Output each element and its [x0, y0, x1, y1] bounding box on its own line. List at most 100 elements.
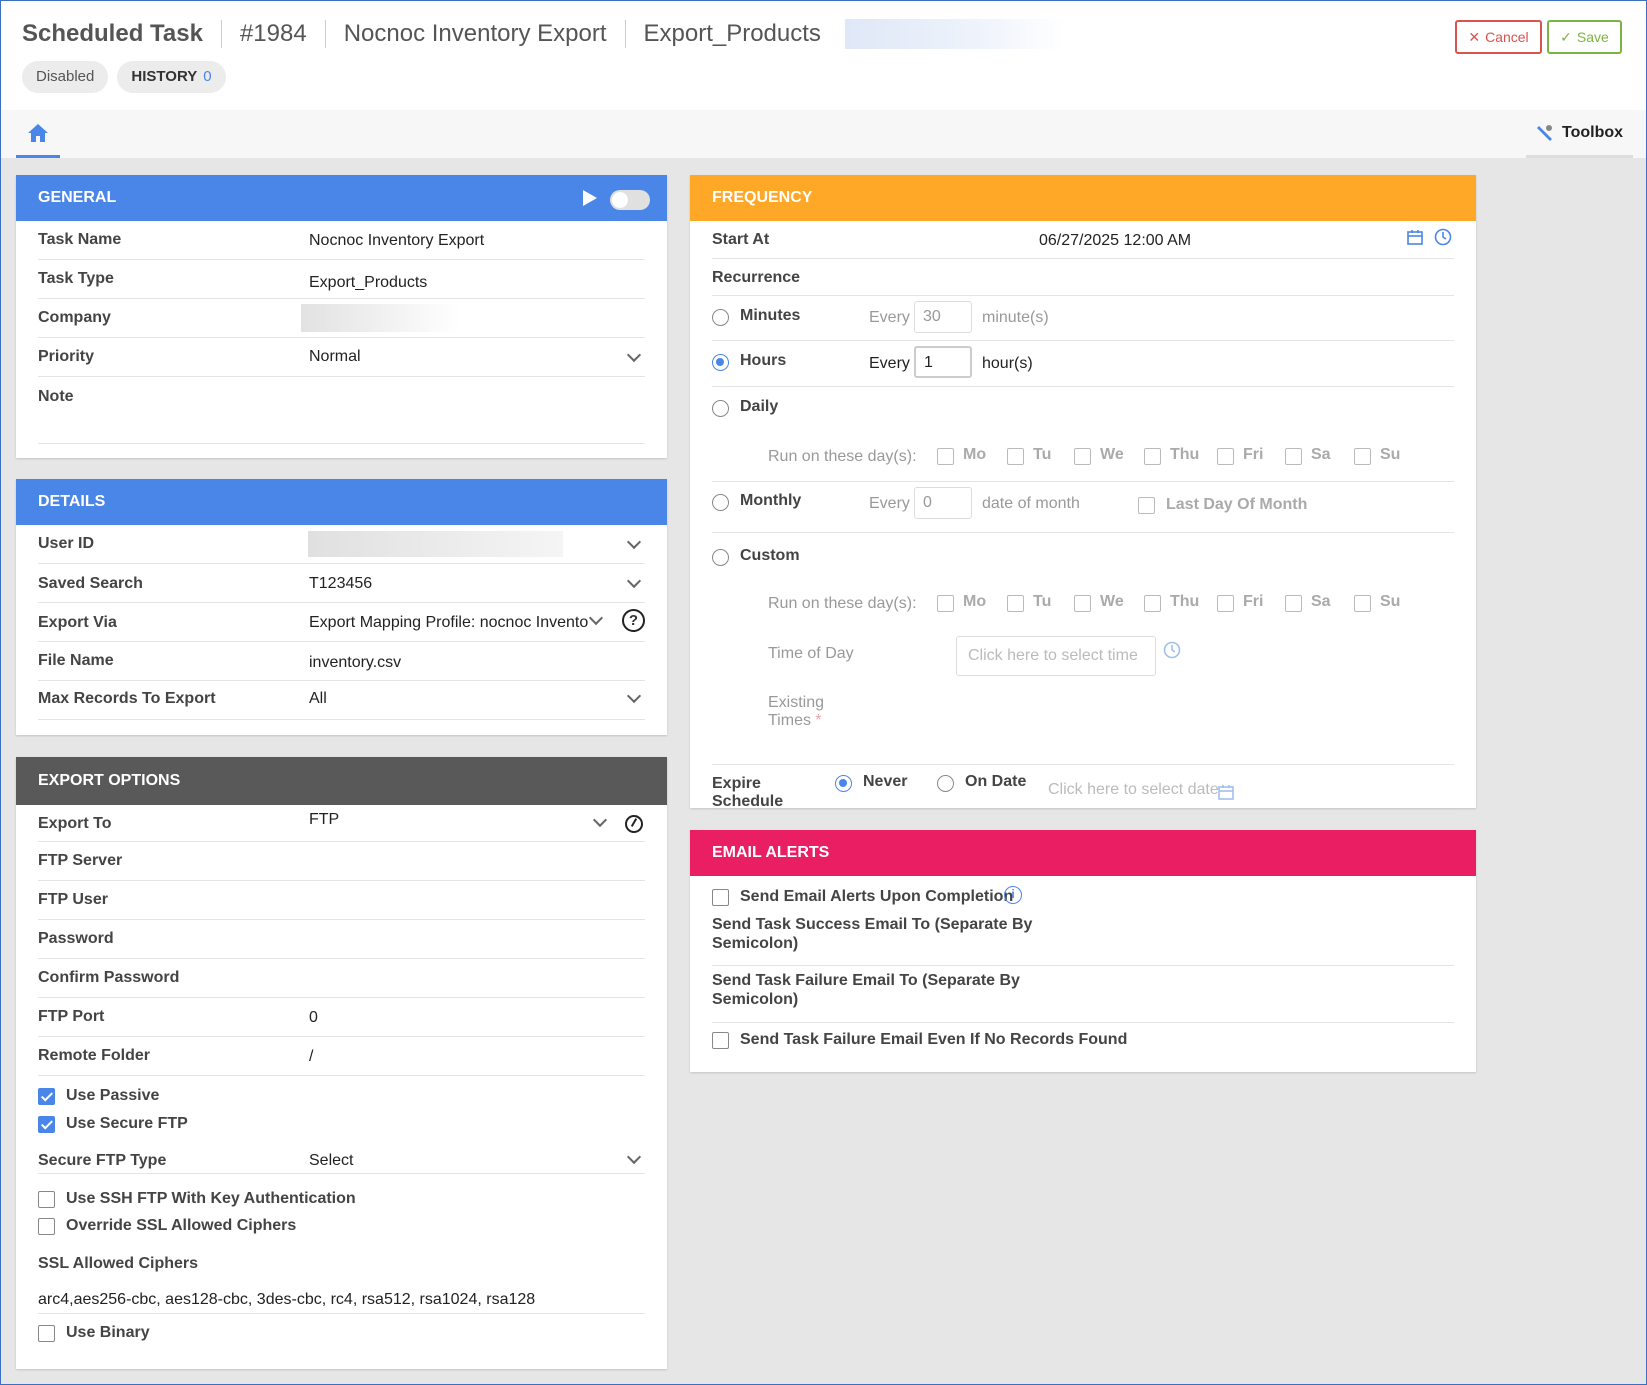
monthly-input[interactable]: 0 [914, 487, 972, 519]
override-ssl-checkbox[interactable] [38, 1218, 55, 1235]
enable-toggle[interactable] [610, 190, 650, 210]
chevron-down-icon[interactable] [626, 573, 642, 589]
saved-search-value[interactable]: T123456 [309, 575, 372, 593]
use-passive-checkbox[interactable] [38, 1088, 55, 1105]
priority-row: Priority Normal [38, 338, 645, 377]
day-checkbox-fri[interactable] [1217, 595, 1234, 612]
chevron-down-icon[interactable] [626, 1149, 642, 1165]
failure-label-line1: Send Task Failure Email To (Separate By [712, 972, 1020, 989]
hours-input[interactable]: 1 [914, 346, 972, 378]
tab-home[interactable] [16, 110, 60, 158]
clock-icon[interactable] [1434, 228, 1452, 246]
use-ssh-checkbox[interactable] [38, 1191, 55, 1208]
time-of-day-label: Time of Day [768, 645, 854, 662]
monthly-radio[interactable] [712, 494, 729, 511]
password-input[interactable] [308, 924, 608, 954]
day-checkbox-tu[interactable] [1007, 448, 1024, 465]
ftp-server-input[interactable] [308, 846, 608, 876]
chevron-down-icon[interactable] [626, 688, 642, 704]
company-redacted[interactable] [301, 304, 461, 332]
task-name-value[interactable]: Nocnoc Inventory Export [309, 232, 484, 250]
day-label: Su [1380, 593, 1401, 610]
day-checkbox-sa[interactable] [1285, 448, 1302, 465]
failure-email-input[interactable] [1042, 972, 1452, 1014]
ftp-port-value[interactable]: 0 [309, 1009, 318, 1027]
last-day-checkbox[interactable] [1138, 497, 1155, 514]
save-button[interactable]: ✓ Save [1547, 20, 1622, 54]
calendar-icon[interactable] [1407, 229, 1423, 245]
expire-row: Expire Schedule Never On Date Click here … [712, 765, 1454, 817]
priority-value[interactable]: Normal [309, 348, 361, 366]
ftp-user-input[interactable] [308, 885, 608, 915]
details-title: DETAILS [38, 493, 106, 510]
override-ssl-label: Override SSL Allowed Ciphers [66, 1217, 297, 1234]
help-icon[interactable]: ? [622, 609, 645, 632]
play-icon[interactable] [583, 190, 597, 206]
history-button[interactable]: HISTORY 0 [117, 61, 226, 93]
chevron-down-icon[interactable] [592, 812, 608, 828]
day-checkbox-we[interactable] [1074, 448, 1091, 465]
calendar-icon[interactable] [1218, 784, 1234, 800]
task-type-value[interactable]: Export_Products [309, 274, 427, 292]
failure-email-label: Send Task Failure Email To (Separate By S… [712, 971, 1020, 1009]
file-name-value[interactable]: inventory.csv [309, 654, 401, 672]
hours-row: Hours Every 1 hour(s) [712, 341, 1454, 387]
day-checkbox-thu[interactable] [1144, 595, 1161, 612]
day-checkbox-sa[interactable] [1285, 595, 1302, 612]
day-checkbox-su[interactable] [1354, 595, 1371, 612]
chevron-down-icon[interactable] [626, 534, 642, 550]
page-header: Scheduled Task #1984 Nocnoc Inventory Ex… [22, 18, 1065, 50]
on-date-radio[interactable] [937, 775, 954, 792]
task-type-title: Export_Products [624, 20, 839, 48]
secure-ftp-type-value[interactable]: Select [309, 1152, 353, 1170]
user-id-redacted[interactable] [308, 531, 563, 557]
day-checkbox-su[interactable] [1354, 448, 1371, 465]
daily-label: Daily [740, 398, 779, 415]
task-name-title: Nocnoc Inventory Export [324, 20, 625, 48]
never-radio[interactable] [835, 775, 852, 792]
company-label: Company [38, 309, 111, 326]
no-records-checkbox[interactable] [712, 1032, 729, 1049]
success-email-row: Send Task Success Email To (Separate By S… [712, 910, 1454, 966]
expire-date-input[interactable]: Click here to select date [1048, 781, 1219, 799]
chevron-down-icon[interactable] [588, 610, 604, 626]
success-email-input[interactable] [1042, 916, 1452, 958]
use-binary-checkbox[interactable] [38, 1325, 55, 1342]
custom-radio[interactable] [712, 549, 729, 566]
content-area: GENERAL Task Name Nocnoc Inventory Expor… [1, 158, 1646, 1384]
minutes-radio[interactable] [712, 309, 729, 326]
send-alerts-checkbox[interactable] [712, 889, 729, 906]
hours-radio[interactable] [712, 354, 729, 371]
clock-icon[interactable] [1163, 641, 1181, 659]
check-icon: ✓ [1560, 28, 1572, 45]
export-to-value[interactable]: FTP [309, 811, 339, 829]
max-records-value[interactable]: All [309, 690, 327, 708]
cancel-button[interactable]: ✕ Cancel [1455, 20, 1542, 54]
day-checkbox-fri[interactable] [1217, 448, 1234, 465]
day-checkbox-we[interactable] [1074, 595, 1091, 612]
frequency-panel: FREQUENCY Start At 06/27/2025 12:00 AM R… [690, 175, 1476, 814]
day-checkbox-thu[interactable] [1144, 448, 1161, 465]
gauge-icon[interactable] [625, 815, 643, 833]
day-label: We [1100, 593, 1124, 610]
day-checkbox-mo[interactable] [937, 595, 954, 612]
day-checkbox-tu[interactable] [1007, 595, 1024, 612]
minutes-input[interactable]: 30 [914, 301, 972, 333]
chevron-down-icon[interactable] [626, 347, 642, 363]
start-at-value[interactable]: 06/27/2025 12:00 AM [1039, 232, 1191, 250]
remote-folder-value[interactable]: / [309, 1048, 313, 1066]
ftp-server-row: FTP Server [38, 842, 645, 881]
daily-radio[interactable] [712, 400, 729, 417]
ssl-ciphers-value[interactable]: arc4,aes256-cbc, aes128-cbc, 3des-cbc, r… [38, 1291, 535, 1309]
day-checkbox-mo[interactable] [937, 448, 954, 465]
use-secure-ftp-checkbox[interactable] [38, 1116, 55, 1133]
minutes-label: Minutes [740, 307, 801, 324]
info-icon[interactable]: i [1004, 886, 1022, 904]
tab-toolbox[interactable]: Toolbox [1526, 110, 1633, 158]
ftp-user-label: FTP User [38, 891, 108, 908]
export-via-value[interactable]: Export Mapping Profile: nocnoc Inventor [309, 614, 589, 632]
company-row: Company [38, 299, 645, 338]
time-of-day-input[interactable]: Click here to select time [956, 636, 1156, 676]
confirm-password-input[interactable] [308, 963, 608, 993]
ftp-server-label: FTP Server [38, 852, 123, 869]
